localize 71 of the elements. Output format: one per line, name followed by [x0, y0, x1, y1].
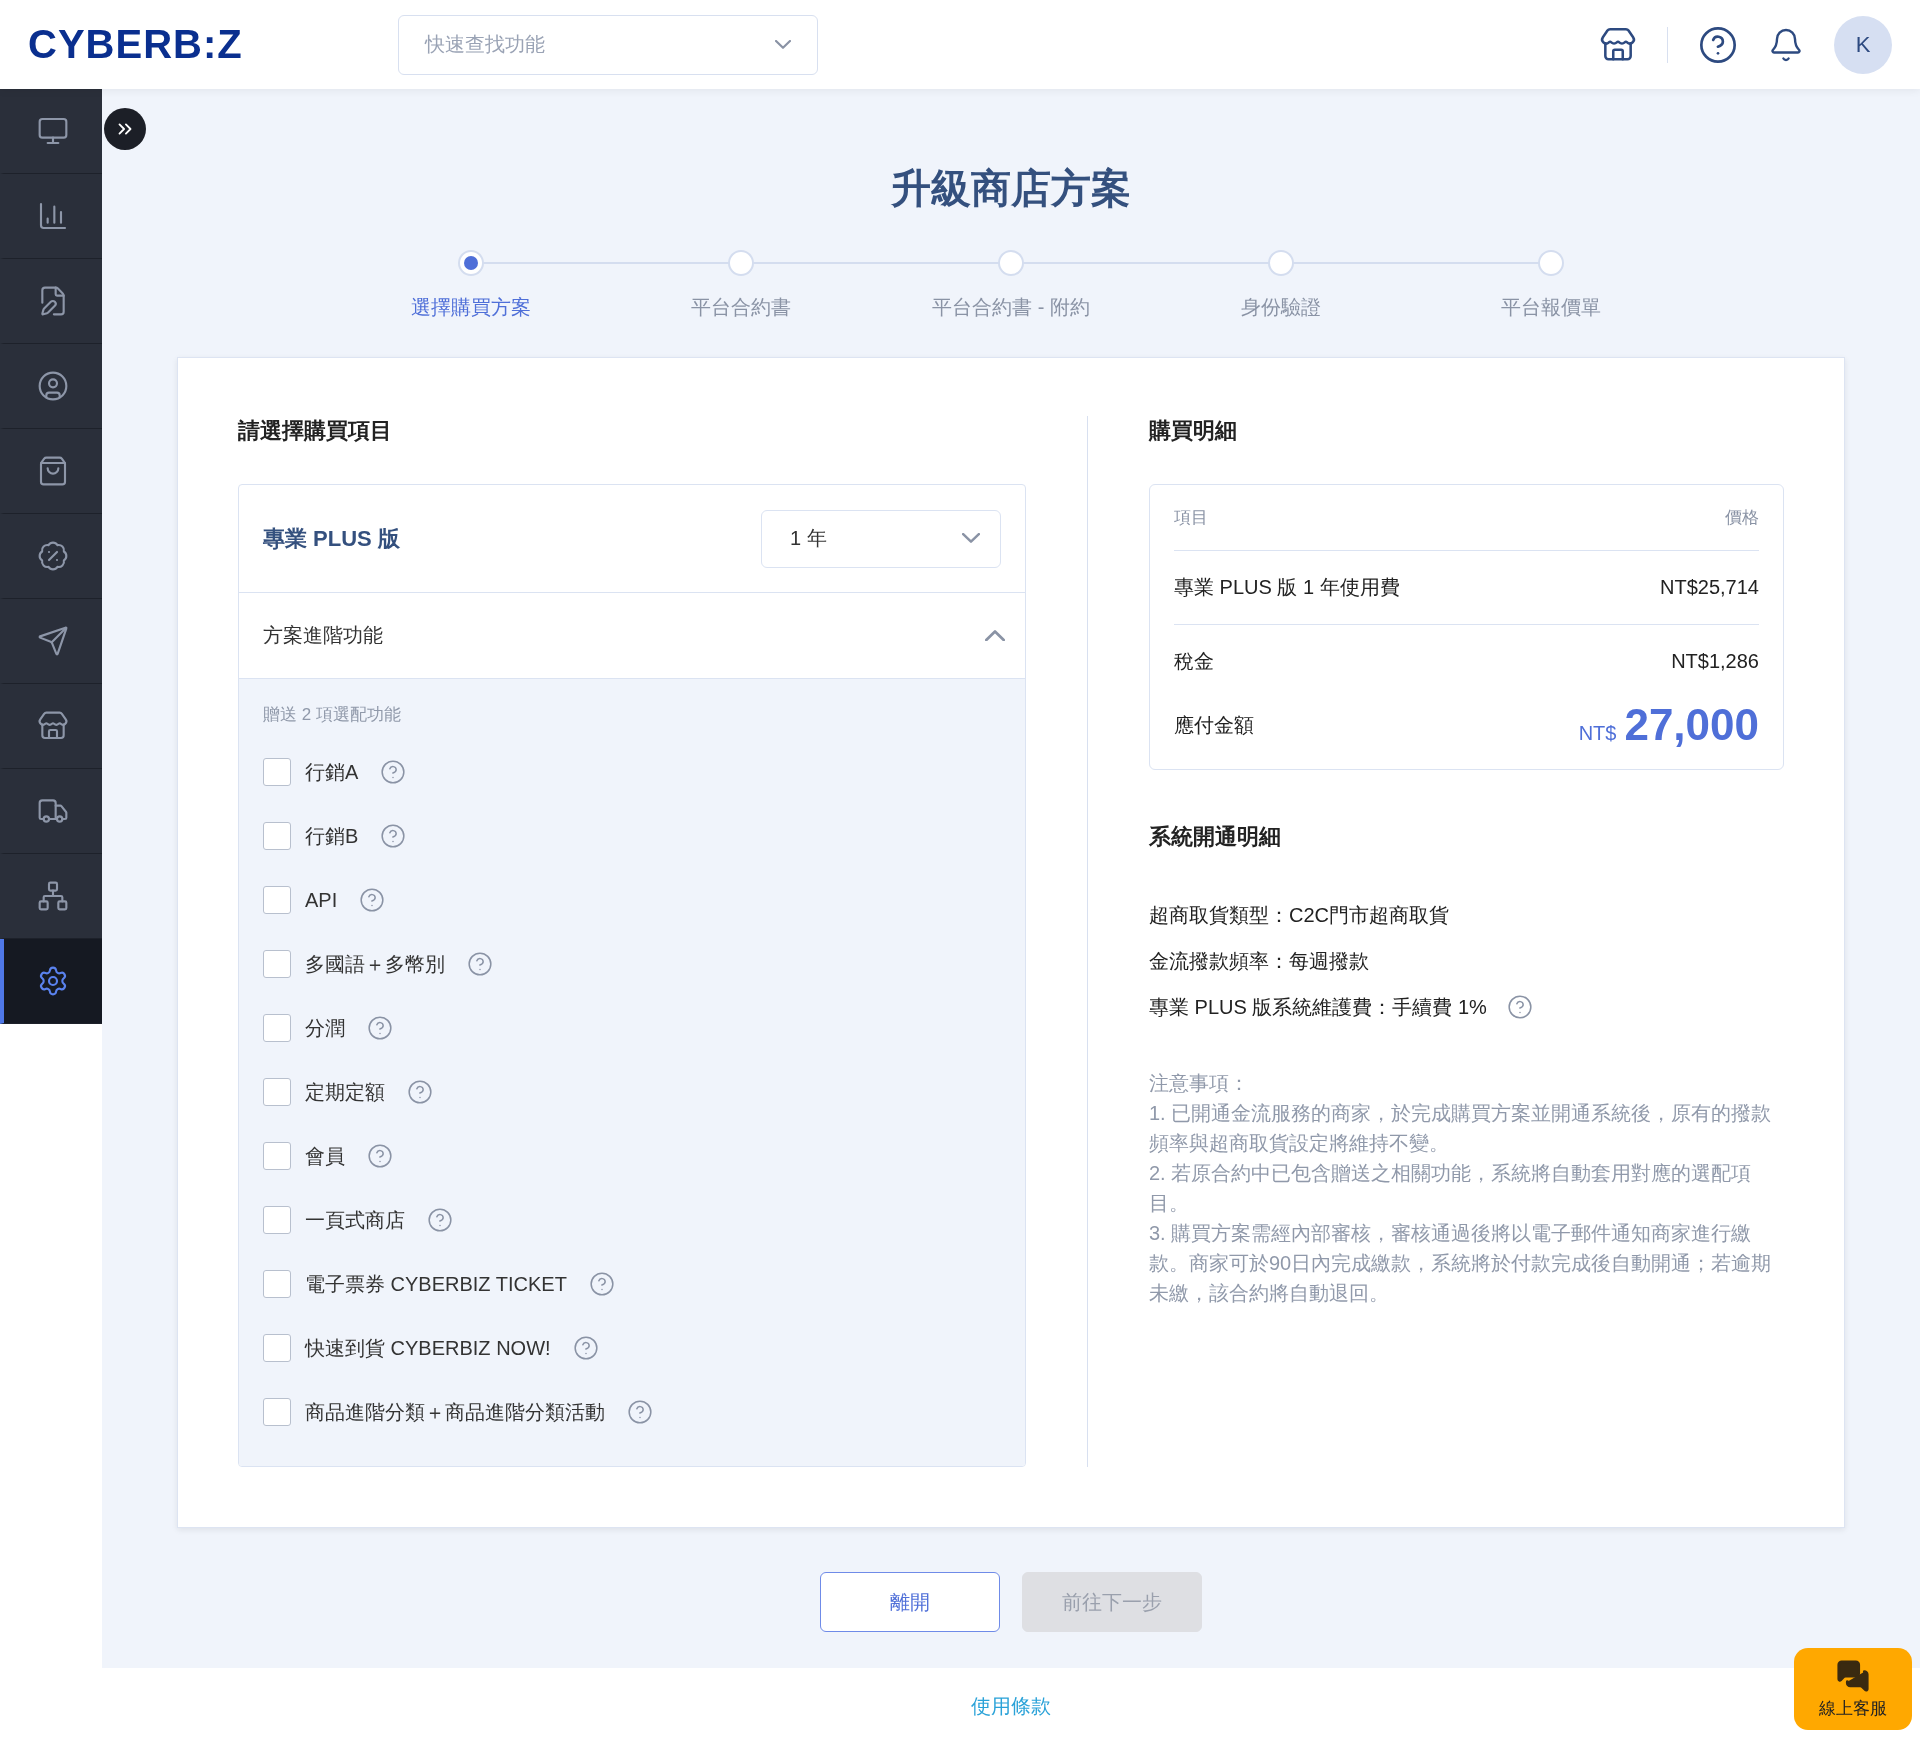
settings-icon	[37, 965, 69, 997]
chat-bubbles-icon	[1836, 1658, 1870, 1693]
section-title: 系統開通明細	[1149, 823, 1282, 851]
checkbox[interactable]	[263, 1014, 291, 1042]
step-label: 平台報價單	[1501, 295, 1601, 320]
checkbox[interactable]	[263, 1078, 291, 1106]
user-avatar[interactable]: K	[1834, 15, 1892, 74]
step-label: 身份驗證	[1241, 295, 1321, 320]
option-label: 會員	[305, 1143, 345, 1169]
chevron-up-icon	[985, 629, 1005, 642]
note-text: 3. 購買方案需經內部審核，審核通過後將以電子郵件通知商家進行繳款。商家可於90日內完成繳款，系統將於付款完成後自動開通；若逾期未繳，該合約將自動退回。	[1149, 1221, 1773, 1306]
option-label: 快速到貨 CYBERBIZ NOW!	[305, 1335, 551, 1361]
option-label: 商品進階分類＋商品進階分類活動	[305, 1399, 605, 1425]
bar-chart-icon	[37, 200, 69, 232]
percent-badge-icon	[37, 540, 69, 572]
option-label: 行銷A	[305, 759, 359, 785]
total-label: 應付金額	[1174, 712, 1254, 738]
option-label: API	[305, 888, 338, 912]
chat-button[interactable]: 線上客服	[1794, 1648, 1912, 1730]
option-label: 行銷B	[305, 823, 359, 849]
section-title: 購買明細	[1149, 417, 1238, 445]
checkbox[interactable]	[263, 950, 291, 978]
option-label: 電子票券 CYBERBIZ TICKET	[305, 1271, 567, 1297]
monitor-icon	[37, 115, 69, 147]
checkbox[interactable]	[263, 1334, 291, 1362]
option-label: 分潤	[305, 1015, 345, 1041]
store-icon[interactable]	[1599, 25, 1637, 64]
page-title: 升級商店方案	[891, 165, 1131, 212]
checkbox[interactable]	[263, 758, 291, 786]
column-header: 項目	[1174, 507, 1208, 529]
column-header: 價格	[1725, 507, 1759, 529]
currency-label: NT$	[1578, 722, 1617, 745]
table-cell-text: 專業 PLUS 版 1 年使用費	[1174, 575, 1400, 600]
note-text: 注意事項：	[1149, 1071, 1250, 1096]
step-label: 選擇購買方案	[411, 295, 531, 320]
detail-text: 金流撥款頻率：每週撥款	[1149, 948, 1369, 974]
note-text: 1. 已開通金流服務的商家，於完成購買方案並開通系統後，原有的撥款頻率與超商取貨設定將維持不變。	[1149, 1101, 1773, 1156]
user-circle-icon	[37, 370, 69, 402]
note-text: 2. 若原合約中已包含贈送之相關功能，系統將自動套用對應的選配項目。	[1149, 1161, 1753, 1216]
paper-plane-icon	[37, 625, 69, 657]
store-icon	[37, 710, 69, 742]
table-cell: NT$1,286	[1671, 649, 1759, 673]
help-icon[interactable]	[1698, 24, 1738, 65]
total-amount: 27,000	[1624, 700, 1759, 750]
leave-button[interactable]: 離開	[820, 1572, 1000, 1632]
chevron-down-icon	[962, 533, 980, 544]
checkbox[interactable]	[263, 1270, 291, 1298]
logo[interactable]: CYBERB:Z	[28, 22, 398, 67]
checkbox[interactable]	[263, 1142, 291, 1170]
plan-name: 專業 PLUS 版	[263, 524, 400, 553]
option-label: 一頁式商店	[305, 1207, 405, 1233]
sidebar-item[interactable]	[0, 939, 102, 1024]
checkbox[interactable]	[263, 1398, 291, 1426]
chevron-down-icon	[775, 40, 791, 49]
note-text: 贈送 2 項選配功能	[263, 704, 402, 726]
detail-text: 專業 PLUS 版系統維護費：手續費 1%	[1149, 994, 1487, 1020]
table-cell: NT$25,714	[1660, 576, 1759, 599]
step-label: 平台合約書 - 附約	[932, 295, 1090, 320]
shopping-bag-icon	[37, 455, 69, 487]
option-label: 多國語＋多幣別	[305, 951, 445, 977]
network-icon	[37, 880, 69, 912]
option-label: 定期定額	[305, 1079, 385, 1105]
duration-select[interactable]: 1 年	[761, 509, 1001, 568]
checkbox[interactable]	[263, 822, 291, 850]
section-title: 請選擇購買項目	[238, 417, 393, 445]
checkbox[interactable]	[263, 886, 291, 914]
step-label: 平台合約書	[691, 295, 791, 320]
detail-text: 超商取貨類型：C2C門市超商取貨	[1149, 902, 1449, 928]
table-cell-text: 稅金	[1174, 648, 1214, 674]
checkbox[interactable]	[263, 1206, 291, 1234]
bell-icon[interactable]	[1768, 26, 1804, 63]
